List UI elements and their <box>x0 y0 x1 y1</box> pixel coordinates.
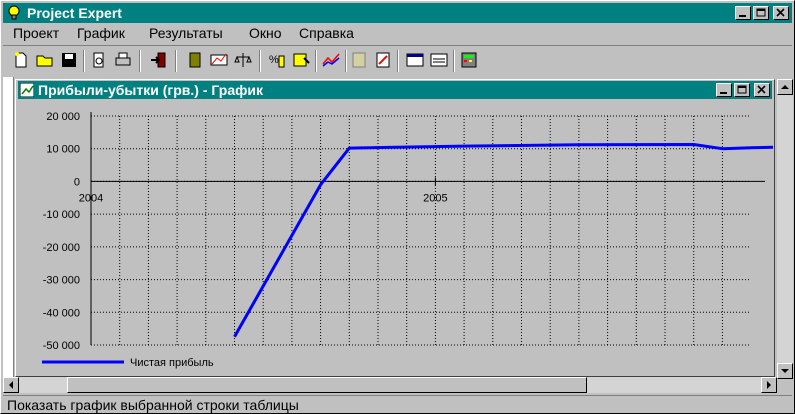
y-tick-label: -10 000 <box>43 209 80 221</box>
chart-legend: Чистая прибыль <box>42 357 214 369</box>
menu-results[interactable]: Результаты <box>149 25 223 41</box>
table-window-icon[interactable] <box>429 50 449 70</box>
scroll-left-button[interactable] <box>3 377 19 393</box>
menu-help[interactable]: Справка <box>299 25 354 41</box>
app-lightbulb-icon <box>8 5 20 20</box>
vertical-scrollbar[interactable] <box>777 79 793 379</box>
menu-bar: Проект График Результаты Окно Справка <box>3 23 792 43</box>
arrow-left-icon <box>9 381 13 389</box>
child-maximize-button[interactable] <box>734 83 750 97</box>
child-window-title: Прибыли-убытки (грв.) - График <box>38 82 263 98</box>
y-tick-label: 20 000 <box>46 111 80 123</box>
menu-chart[interactable]: График <box>77 25 125 41</box>
chart-area[interactable]: 20 000 10 000 0 -10 000 -20 000 -30 000 -40 00… <box>18 100 780 375</box>
close-button[interactable] <box>773 6 789 20</box>
app-title: Project Expert <box>27 5 122 21</box>
close-icon <box>757 85 766 94</box>
scales-icon[interactable] <box>233 50 253 70</box>
arrow-up-icon <box>781 85 789 89</box>
y-tick-label: -20 000 <box>43 242 80 254</box>
y-axis-ticks: 20 000 10 000 0 -10 000 -20 000 -30 000 -40 00… <box>43 111 80 352</box>
y-tick-label: -50 000 <box>43 340 80 352</box>
chart-child-window: Прибыли-убытки (грв.) - График 20 000 10 … <box>15 79 780 377</box>
y-tick-label: -30 000 <box>43 275 80 287</box>
chart-grid <box>90 115 750 346</box>
profit-loss-chart: 20 000 10 000 0 -10 000 -20 000 -30 000 -40 00… <box>42 111 780 369</box>
print-preview-icon[interactable] <box>89 50 109 70</box>
save-icon[interactable] <box>59 50 79 70</box>
print-icon[interactable] <box>113 50 133 70</box>
menu-window[interactable]: Окно <box>249 25 282 41</box>
horizontal-scrollbar[interactable] <box>3 377 777 393</box>
edit-table-icon[interactable] <box>291 50 311 70</box>
new-document-icon[interactable] <box>11 50 31 70</box>
calculator-icon[interactable] <box>459 50 479 70</box>
report-chart-icon[interactable] <box>373 50 393 70</box>
title-bar[interactable]: Project Expert <box>3 3 792 23</box>
book-icon[interactable] <box>185 50 205 70</box>
list-window-icon[interactable] <box>405 50 425 70</box>
scroll-right-button[interactable] <box>761 377 777 393</box>
minimize-icon <box>739 15 746 17</box>
percent-chart-icon[interactable]: % <box>267 50 287 70</box>
arrow-down-icon <box>781 369 789 373</box>
scroll-up-button[interactable] <box>777 79 793 95</box>
arrow-right-icon <box>767 381 771 389</box>
chart-window-icon <box>20 83 34 97</box>
y-tick-label: 10 000 <box>46 144 80 156</box>
legend-label: Чистая прибыль <box>130 357 214 369</box>
minimize-icon <box>720 92 727 94</box>
chart-series <box>233 143 780 338</box>
status-text: Показать график выбранной строки таблицы <box>7 397 299 413</box>
toolbar: % <box>3 45 792 76</box>
series-line-net-profit <box>233 143 780 338</box>
child-minimize-button[interactable] <box>716 83 732 97</box>
maximize-icon <box>737 85 747 94</box>
child-title-bar[interactable]: Прибыли-убытки (грв.) - График <box>18 81 772 99</box>
app-window: Project Expert Проект График Результаты … <box>0 0 795 414</box>
exit-icon[interactable] <box>149 50 169 70</box>
open-folder-icon[interactable] <box>35 50 55 70</box>
menu-project[interactable]: Проект <box>13 25 59 41</box>
x-tick-label: 2005 <box>423 192 447 204</box>
maximize-button[interactable] <box>753 6 769 20</box>
y-tick-label: 0 <box>74 176 80 188</box>
child-close-button[interactable] <box>754 83 770 97</box>
status-bar: Показать график выбранной строки таблицы <box>3 395 792 414</box>
scroll-down-button[interactable] <box>777 363 793 379</box>
minimize-button[interactable] <box>735 6 751 20</box>
close-icon <box>776 8 785 17</box>
svg-text:%: % <box>269 54 279 66</box>
maximize-icon <box>756 8 766 17</box>
report-icon[interactable] <box>349 50 369 70</box>
y-tick-label: -40 000 <box>43 307 80 319</box>
chart-cf-icon[interactable] <box>209 50 229 70</box>
left-panel-edge <box>3 77 14 377</box>
line-chart-icon[interactable] <box>321 50 341 70</box>
scroll-thumb[interactable] <box>67 377 587 393</box>
